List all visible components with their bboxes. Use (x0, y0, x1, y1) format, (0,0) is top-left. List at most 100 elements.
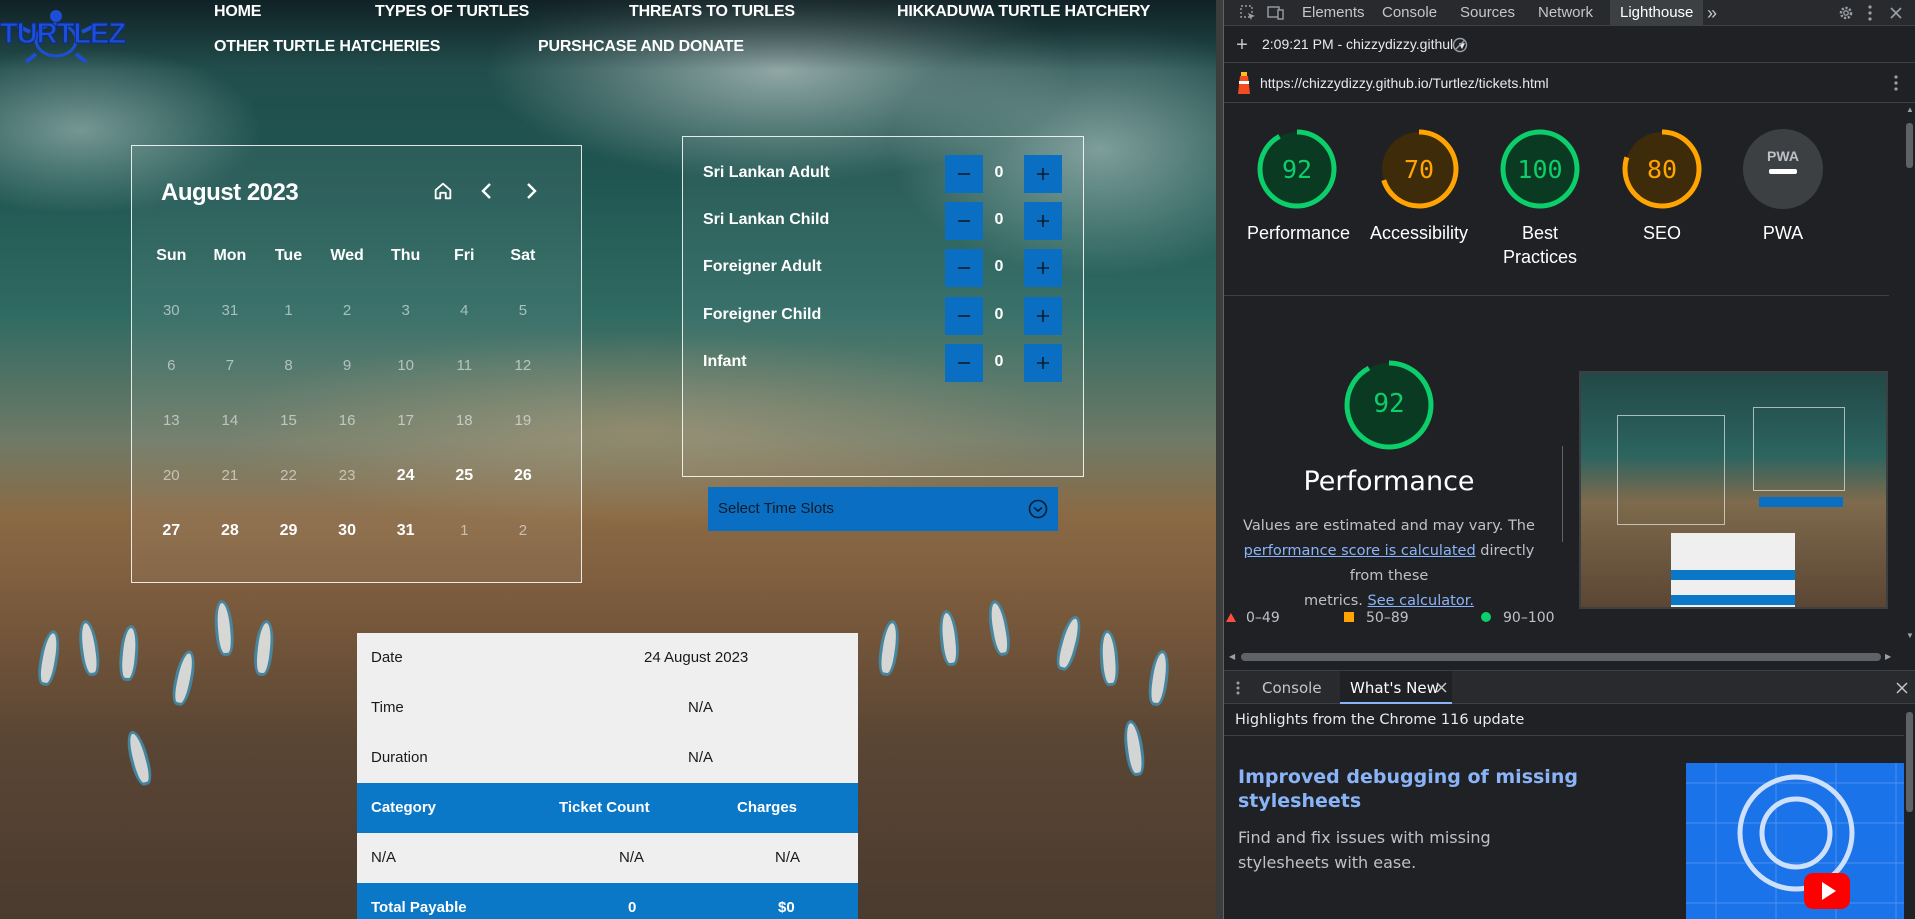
calendar-day-disabled: 13 (162, 412, 180, 429)
inspect-element-icon[interactable] (1238, 3, 1258, 23)
drawer-tab-whats-new[interactable]: What's New (1340, 671, 1452, 704)
report-menu-icon[interactable] (1890, 73, 1902, 93)
report-hscrollbar[interactable]: ◀ ▶ (1229, 650, 1899, 664)
decrement-button[interactable] (945, 344, 983, 382)
tab-sources[interactable]: Sources (1460, 4, 1515, 21)
clear-icon[interactable] (1450, 35, 1470, 55)
performance-score-large: 92 (1373, 389, 1405, 419)
calendar-day-available[interactable]: 25 (435, 467, 494, 485)
increment-button[interactable] (1024, 297, 1062, 335)
summary-total-row: Total Payable 0 $0 (357, 883, 858, 919)
score-gauge[interactable]: PWA PWA (1733, 127, 1833, 245)
boat-decoration (1121, 719, 1147, 777)
score-gauge[interactable]: 70 Accessibility (1369, 127, 1469, 245)
weekday-header-row: Sun Mon Tue Wed Thu Fri Sat (142, 241, 572, 271)
increment-button[interactable] (1024, 202, 1062, 240)
legend-mid-label: 50–89 (1366, 610, 1409, 626)
increment-button[interactable] (1024, 155, 1062, 193)
score-gauge[interactable]: 92 Performance (1247, 127, 1350, 245)
tab-console[interactable]: Console (1382, 4, 1437, 21)
score-gauge[interactable]: 80 SEO (1612, 127, 1712, 245)
date-calendar: August 2023 Sun Mon Tue Wed Thu Fri Sat 30 31 1 2 3… (131, 145, 582, 583)
increment-button[interactable] (1024, 249, 1062, 287)
device-toolbar-icon[interactable] (1266, 3, 1286, 23)
increment-button[interactable] (1024, 344, 1062, 382)
drawer-tab-bar: Console What's New (1224, 670, 1915, 704)
svg-text:100: 100 (1517, 155, 1562, 184)
svg-text:92: 92 (1282, 155, 1312, 184)
home-icon (434, 182, 452, 200)
close-tab-icon[interactable] (1436, 682, 1447, 693)
plus-icon[interactable]: + (1232, 34, 1252, 56)
calendar-day-available[interactable]: 27 (142, 522, 201, 540)
gear-icon[interactable] (1836, 3, 1856, 23)
boat-decoration (169, 648, 199, 708)
scrollbar-thumb[interactable] (1906, 123, 1913, 168)
calendar-day-disabled: 10 (397, 357, 415, 374)
ticket-type-label: Sri Lankan Adult (703, 164, 830, 181)
summary-time-row: Time N/A (357, 683, 858, 733)
calendar-day-available[interactable]: 31 (376, 522, 435, 540)
kebab-menu-icon[interactable] (1864, 3, 1876, 23)
calculator-link[interactable]: See calculator. (1368, 593, 1474, 609)
whats-new-card[interactable]: Improved debugging of missing stylesheet… (1224, 737, 1904, 919)
calendar-month-title: August 2023 (161, 179, 299, 206)
hscroll-thumb[interactable] (1241, 653, 1881, 661)
main-nav: HOME TYPES OF TURTLES THREATS TO TURLES … (0, 0, 1216, 66)
perf-score-link[interactable]: performance score is calculated (1244, 543, 1476, 559)
calendar-day-available[interactable]: 29 (259, 522, 318, 540)
calendar-next-button[interactable] (517, 176, 545, 206)
nav-types-of-turtles[interactable]: TYPES OF TURTLES (375, 3, 529, 21)
close-icon[interactable] (1886, 3, 1906, 23)
legend-average: 50–89 (1344, 610, 1409, 626)
scroll-right-icon[interactable]: ▶ (1885, 652, 1891, 661)
decrement-button[interactable] (945, 297, 983, 335)
scroll-down-icon[interactable]: ▼ (1906, 631, 1914, 640)
calendar-day-disabled: 18 (455, 412, 473, 429)
more-tabs-icon[interactable]: » (1702, 2, 1722, 24)
tab-network[interactable]: Network (1538, 4, 1593, 21)
video-illustration (1686, 763, 1904, 919)
whats-new-card-title[interactable]: Improved debugging of missing stylesheet… (1238, 765, 1578, 813)
calendar-day-disabled: 15 (280, 412, 297, 429)
calendar-prev-button[interactable] (473, 176, 501, 206)
summary-date-row: Date 24 August 2023 (357, 633, 858, 683)
nav-purchase-donate[interactable]: PURSHCASE AND DONATE (538, 38, 744, 56)
score-gauge[interactable]: 100 Best Practices (1490, 127, 1590, 269)
whats-new-video-thumbnail[interactable] (1686, 763, 1904, 919)
score-ring: 70 (1379, 129, 1459, 209)
tab-lighthouse[interactable]: Lighthouse (1610, 0, 1704, 26)
time-slot-dropdown[interactable]: Select Time Slots (708, 487, 1058, 531)
ticket-count-value: 0 (994, 353, 1004, 370)
drawer-tab-console[interactable]: Console (1262, 679, 1322, 697)
weekday-label: Tue (274, 247, 303, 264)
legend-high-label: 90–100 (1503, 610, 1555, 626)
decrement-button[interactable] (945, 249, 983, 287)
page-screenshot-thumbnail[interactable] (1579, 371, 1888, 609)
ticket-type-label: Foreigner Adult (703, 258, 822, 275)
close-drawer-icon[interactable] (1896, 682, 1908, 694)
calendar-day-available[interactable]: 30 (318, 522, 377, 540)
boat-decoration (35, 628, 63, 688)
calendar-week-row: 6 7 8 9 10 11 12 (142, 338, 572, 393)
report-selector[interactable]: 2:09:21 PM - chizzydizzy.githul ▼ (1262, 36, 1467, 52)
nav-threats[interactable]: THREATS TO TURLES (629, 3, 795, 21)
whats-new-card-body: Find and fix issues with missing stylesh… (1238, 828, 1491, 872)
calendar-day-available[interactable]: 28 (201, 522, 260, 540)
decrement-button[interactable] (945, 202, 983, 240)
tab-elements[interactable]: Elements (1302, 4, 1365, 21)
scroll-left-icon[interactable]: ◀ (1229, 652, 1235, 661)
calendar-day-available[interactable]: 26 (494, 467, 553, 485)
drawer-menu-icon[interactable] (1232, 679, 1244, 697)
calendar-today-button[interactable] (429, 176, 457, 206)
drawer-scrollbar-thumb[interactable] (1906, 712, 1913, 812)
decrement-button[interactable] (945, 155, 983, 193)
nav-other-hatcheries[interactable]: OTHER TURTLE HATCHERIES (214, 38, 440, 56)
calendar-day-available[interactable]: 24 (376, 467, 435, 485)
report-scrollbar[interactable]: ▲ ▼ (1904, 103, 1915, 643)
scroll-up-icon[interactable]: ▲ (1906, 105, 1914, 114)
drawer-scrollbar[interactable] (1904, 704, 1915, 919)
calendar-day-disabled: 31 (221, 302, 239, 319)
nav-home[interactable]: HOME (214, 3, 261, 21)
nav-hikkaduwa-hatchery[interactable]: HIKKADUWA TURTLE HATCHERY (897, 3, 1150, 21)
